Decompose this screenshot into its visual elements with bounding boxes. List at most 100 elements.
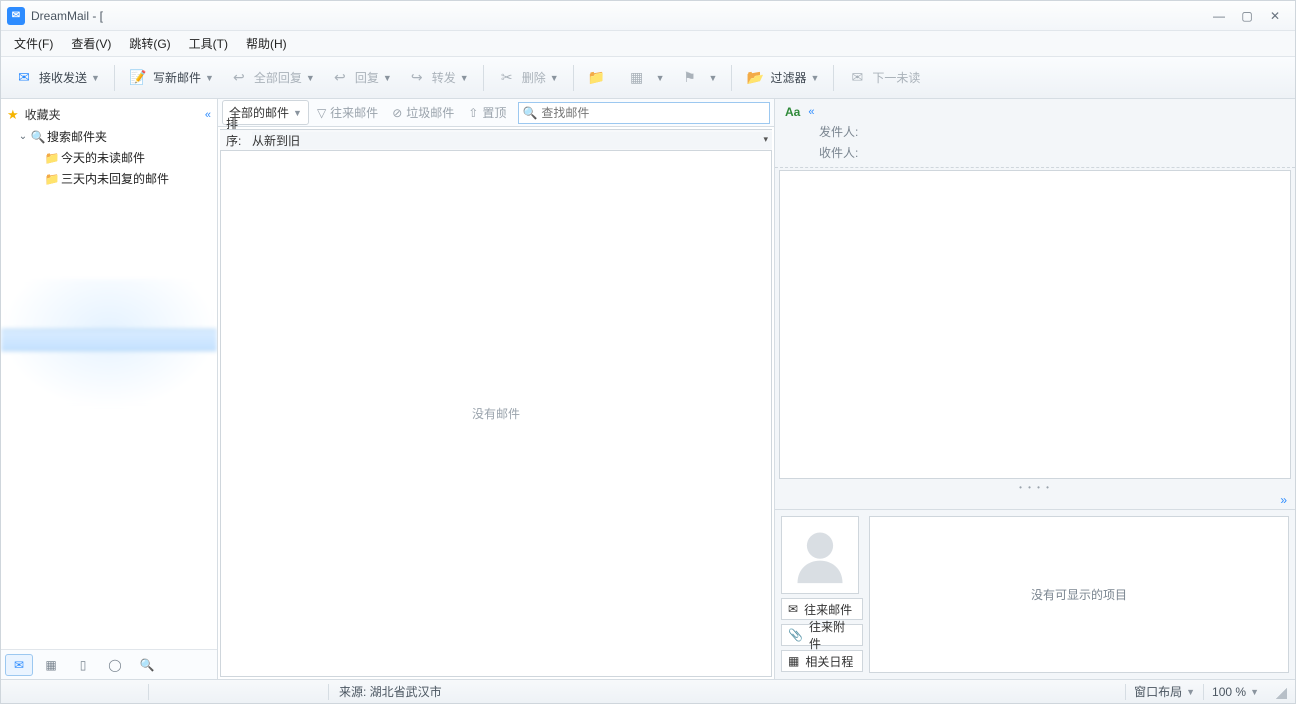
collapse-icon[interactable]: «	[205, 109, 211, 121]
exchange-filter[interactable]: ▽往来邮件	[311, 101, 384, 124]
expand-icon[interactable]: ⌄	[17, 131, 29, 142]
replyall-button[interactable]: ↩ 全部回复 ▼	[222, 62, 321, 94]
folder-icon: 📁	[43, 151, 61, 165]
contact-tab-attach[interactable]: 📎往来附件	[781, 624, 863, 646]
sendrecv-button[interactable]: ✉ 接收发送 ▼	[7, 62, 106, 94]
close-button[interactable]: ✕	[1261, 6, 1289, 26]
pin-label: 置顶	[482, 104, 506, 121]
sidebar-tab-web[interactable]: ◯	[101, 654, 129, 676]
folder-icon: 📁	[43, 172, 61, 186]
delete-label: 删除	[522, 69, 546, 86]
reply-icon: ↩	[329, 67, 351, 89]
sendrecv-icon: ✉	[13, 67, 35, 89]
message-list: 没有邮件	[220, 151, 772, 677]
toolbar-separator	[731, 65, 732, 91]
status-seg-2	[149, 684, 329, 700]
related-pane: ✉往来邮件 📎往来附件 ▦相关日程 没有可显示的项目	[775, 509, 1295, 679]
replyall-label: 全部回复	[254, 69, 302, 86]
forward-button[interactable]: ↪ 转发 ▼	[400, 62, 475, 94]
calendar-icon: ▦	[788, 654, 799, 668]
junk-label: 垃圾邮件	[406, 104, 454, 121]
minimize-button[interactable]: —	[1205, 6, 1233, 26]
app-window: ✉ DreamMail - [ — ▢ ✕ 文件(F) 查看(V) 跳转(G) …	[0, 0, 1296, 704]
filter-label: 过滤器	[770, 69, 806, 86]
main-body: ★ 收藏夹 « ⌄ 🔍 搜索邮件夹 📁 今天的未读邮件 📁 三天内未回复的邮件	[1, 99, 1295, 679]
compose-button[interactable]: 📝 写新邮件 ▼	[121, 62, 220, 94]
title-bar: ✉ DreamMail - [ — ▢ ✕	[1, 1, 1295, 31]
dropdown-icon: ▼	[460, 73, 469, 83]
sidebar-tab-calendar[interactable]: ▦	[37, 654, 65, 676]
preview-body	[779, 170, 1291, 479]
status-bar: 来源: 湖北省武汉市 窗口布局▼ 100 %▼	[1, 679, 1295, 703]
favorites-header[interactable]: ★ 收藏夹 «	[1, 103, 217, 126]
three-day-noreply-folder[interactable]: 📁 三天内未回复的邮件	[1, 168, 217, 189]
exchange-label: 往来邮件	[330, 104, 378, 121]
compose-icon: 📝	[127, 67, 149, 89]
menu-view[interactable]: 查看(V)	[62, 32, 120, 55]
menu-help[interactable]: 帮助(H)	[237, 32, 296, 55]
dropdown-icon: ▼	[550, 73, 559, 83]
layout-button[interactable]: 窗口布局▼	[1125, 684, 1203, 700]
related-empty-label: 没有可显示的项目	[1031, 586, 1127, 603]
menu-tools[interactable]: 工具(T)	[180, 32, 237, 55]
zoom-button[interactable]: 100 %▼	[1203, 684, 1267, 700]
font-size-icon[interactable]: Aa	[785, 105, 800, 119]
junk-icon: ⊘	[392, 106, 402, 120]
junk-filter[interactable]: ⊘ 垃圾邮件	[386, 101, 460, 124]
sidebar-tab-mail[interactable]: ✉	[5, 654, 33, 676]
delete-button[interactable]: ✂ 删除 ▼	[490, 62, 565, 94]
redacted-area	[1, 279, 217, 409]
expand-related-icon[interactable]: »	[1272, 491, 1295, 509]
status-source: 来源: 湖北省武汉市	[329, 684, 452, 700]
filter-button[interactable]: 📂 过滤器 ▼	[738, 62, 825, 94]
avatar-placeholder-icon	[790, 525, 850, 585]
menu-file[interactable]: 文件(F)	[5, 32, 62, 55]
sort-bar[interactable]: 排序: 时间 从新到旧 ▾	[220, 129, 772, 151]
dropdown-icon: ▼	[709, 73, 718, 83]
dropdown-icon: ▼	[205, 73, 214, 83]
search-input[interactable]	[541, 103, 769, 123]
flag-button[interactable]: ⚑▼	[673, 62, 724, 94]
pin-filter[interactable]: ⇧置顶	[462, 101, 512, 124]
message-list-pane: 全部的邮件 ▼ ▽往来邮件 ⊘垃圾邮件 ⇧置顶 🔍 排序: 时间 从新到旧 ▾	[218, 99, 775, 679]
move-icon: 📁	[586, 67, 608, 89]
forward-label: 转发	[432, 69, 456, 86]
recipient-label: 收件人:	[819, 144, 1285, 161]
search-box[interactable]: 🔍	[518, 102, 770, 124]
category-icon: ▦	[626, 67, 648, 89]
nextunread-label: 下一未读	[872, 69, 920, 86]
today-unread-folder[interactable]: 📁 今天的未读邮件	[1, 147, 217, 168]
compose-label: 写新邮件	[153, 69, 201, 86]
delete-icon: ✂	[496, 67, 518, 89]
sidebar-tabs: ✉ ▦ ▯ ◯ 🔍	[1, 649, 217, 679]
contact-tab-calendar[interactable]: ▦相关日程	[781, 650, 863, 672]
reply-button[interactable]: ↩ 回复 ▼	[323, 62, 398, 94]
menu-bar: 文件(F) 查看(V) 跳转(G) 工具(T) 帮助(H)	[1, 31, 1295, 57]
contact-column: ✉往来邮件 📎往来附件 ▦相关日程	[781, 516, 863, 673]
categorize-button[interactable]: ▦▼	[620, 62, 671, 94]
sidebar-tab-notes[interactable]: ▯	[69, 654, 97, 676]
search-folders-node[interactable]: ⌄ 🔍 搜索邮件夹	[1, 126, 217, 147]
toolbar-separator	[483, 65, 484, 91]
layout-label: 窗口布局	[1134, 683, 1182, 700]
sendrecv-label: 接收发送	[39, 69, 87, 86]
filter-icon: 📂	[744, 67, 766, 89]
menu-go[interactable]: 跳转(G)	[120, 32, 179, 55]
contact-tab-attach-label: 往来附件	[809, 618, 856, 652]
sort-order[interactable]: 从新到旧 ▾	[252, 132, 772, 149]
dropdown-icon: ▼	[810, 73, 819, 83]
dropdown-icon: ▼	[1250, 687, 1259, 697]
nextunread-button[interactable]: ✉ 下一未读	[840, 62, 926, 94]
sidebar-tab-search[interactable]: 🔍	[133, 654, 161, 676]
contact-tab-mail[interactable]: ✉往来邮件	[781, 598, 863, 620]
resize-grip[interactable]	[1273, 685, 1287, 699]
splitter-horizontal[interactable]: • • • •	[775, 483, 1295, 491]
empty-list-label: 没有邮件	[472, 405, 520, 422]
maximize-button[interactable]: ▢	[1233, 6, 1261, 26]
collapse-header-icon[interactable]: «	[808, 106, 814, 118]
toolbar-separator	[833, 65, 834, 91]
app-logo-icon: ✉	[7, 7, 25, 25]
main-toolbar: ✉ 接收发送 ▼ 📝 写新邮件 ▼ ↩ 全部回复 ▼ ↩ 回复 ▼ ↪ 转发 ▼…	[1, 57, 1295, 99]
related-content: 没有可显示的项目	[869, 516, 1289, 673]
move-button[interactable]: 📁	[580, 62, 618, 94]
